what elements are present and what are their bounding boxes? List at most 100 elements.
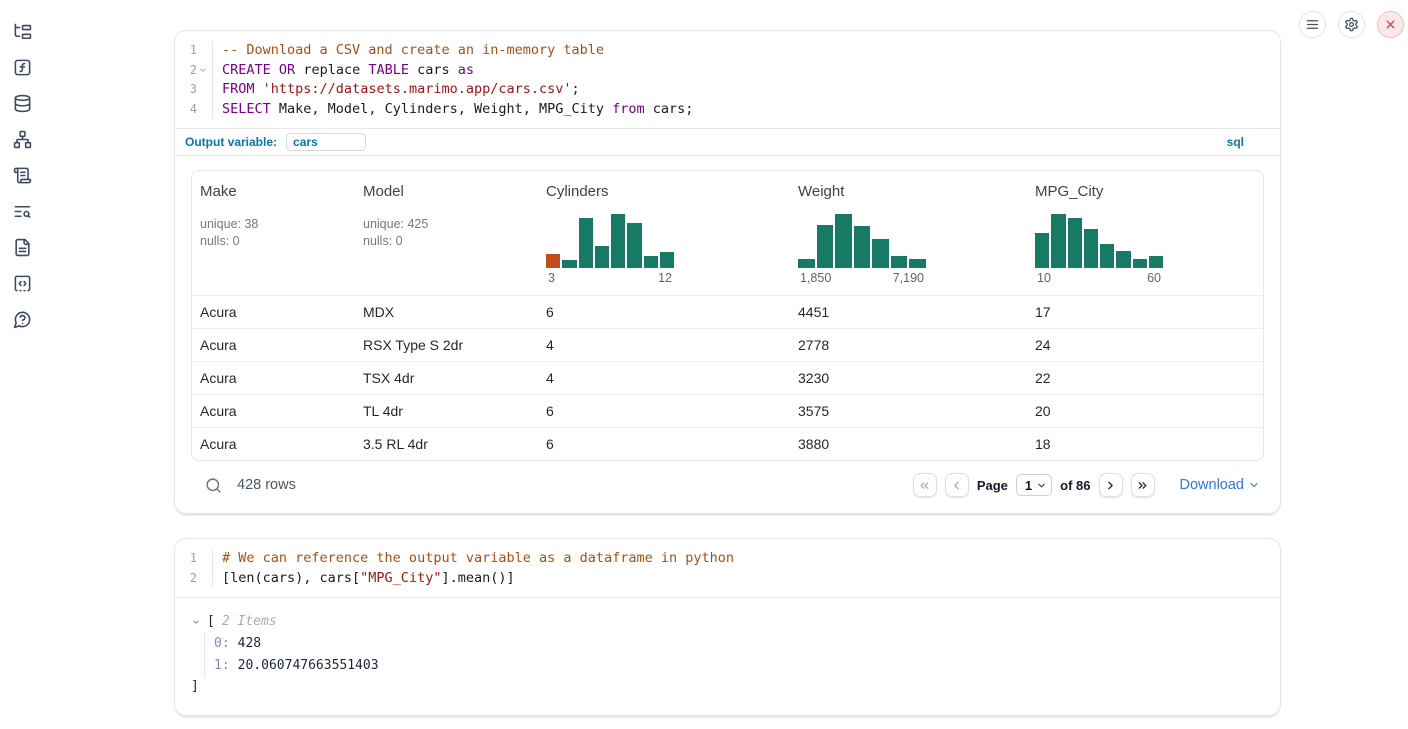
- window-controls: [1299, 11, 1404, 38]
- table-cell: 3.5 RL 4dr: [355, 436, 538, 452]
- code-token: [255, 81, 263, 97]
- python-code-editor[interactable]: 1 # We can reference the output variable …: [175, 539, 1280, 597]
- settings-button[interactable]: [1338, 11, 1365, 38]
- code-token: cars: [409, 62, 458, 78]
- histogram-bar: [627, 223, 641, 268]
- sidebar-snippets-button[interactable]: [12, 274, 32, 293]
- code-token: [271, 62, 279, 78]
- column-histogram: 312: [546, 214, 674, 285]
- sidebar-help-button[interactable]: [12, 310, 32, 329]
- collapse-caret-icon[interactable]: [191, 617, 203, 627]
- sidebar-variables-button[interactable]: [12, 58, 32, 77]
- code-token: CREATE: [222, 62, 271, 78]
- output-variable-input[interactable]: [286, 133, 366, 151]
- histogram-bar: [644, 256, 658, 268]
- fold-caret-icon[interactable]: [198, 65, 209, 76]
- table-row[interactable]: Acura3.5 RL 4dr6388018: [192, 427, 1263, 460]
- table-row[interactable]: AcuraTSX 4dr4323022: [192, 361, 1263, 394]
- table-row[interactable]: AcuraRSX Type S 2dr4277824: [192, 328, 1263, 361]
- code-token: -- Download a CSV and create an in-memor…: [222, 42, 604, 58]
- histogram-bars: [546, 214, 674, 268]
- sidebar-documentation-button[interactable]: [12, 238, 32, 257]
- next-page-button[interactable]: [1099, 473, 1123, 497]
- table-cell: Acura: [192, 370, 355, 386]
- column-header-make[interactable]: Makeunique: 38nulls: 0: [192, 171, 355, 295]
- table-row[interactable]: AcuraMDX6445117: [192, 295, 1263, 328]
- line-number: 4: [185, 100, 197, 120]
- sidebar-dependencies-button[interactable]: [12, 130, 32, 149]
- histogram-bar: [579, 218, 593, 268]
- page-label: Page: [977, 478, 1008, 493]
- table-cell: RSX Type S 2dr: [355, 337, 538, 353]
- search-icon[interactable]: [205, 477, 222, 494]
- line-gutter: 1: [179, 41, 213, 61]
- code-token: # We can reference the output variable a…: [222, 550, 734, 566]
- column-header-cylinders[interactable]: Cylinders312: [538, 171, 790, 295]
- code-token: FROM: [222, 81, 255, 97]
- histogram-bar: [1133, 259, 1147, 268]
- histogram-bar: [546, 254, 560, 268]
- items-count-label: 2 Items: [222, 614, 277, 629]
- code-text: SELECT Make, Model, Cylinders, Weight, M…: [213, 100, 693, 120]
- chevrons-left-icon: [918, 479, 931, 492]
- sidebar-datasources-button[interactable]: [12, 94, 32, 113]
- page-number-select[interactable]: 1: [1016, 474, 1052, 496]
- download-button[interactable]: Download: [1180, 477, 1261, 493]
- sidebar: [0, 0, 44, 329]
- histogram-min-label: 1,850: [800, 271, 831, 285]
- table-cell: 18: [1027, 436, 1263, 452]
- data-table: Makeunique: 38nulls: 0Modelunique: 425nu…: [191, 170, 1264, 461]
- line-number: 2: [185, 569, 197, 589]
- table-cell: Acura: [192, 304, 355, 320]
- column-header-mpg_city[interactable]: MPG_City1060: [1027, 171, 1263, 295]
- code-text: CREATE OR replace TABLE cars as: [213, 61, 474, 81]
- histogram-axis-labels: 312: [546, 271, 674, 285]
- column-header-model[interactable]: Modelunique: 425nulls: 0: [355, 171, 538, 295]
- sidebar-scratchpad-button[interactable]: [12, 166, 32, 185]
- table-cell: 2778: [790, 337, 1027, 353]
- notebook-menu-button[interactable]: [1299, 11, 1326, 38]
- table-cell: 3880: [790, 436, 1027, 452]
- line-number: 1: [185, 41, 197, 61]
- table-cell: Acura: [192, 403, 355, 419]
- table-cell: 4: [538, 370, 790, 386]
- table-cell: 6: [538, 304, 790, 320]
- sidebar-file-explorer-button[interactable]: [12, 22, 32, 41]
- line-gutter: 3: [179, 80, 213, 100]
- code-text: # We can reference the output variable a…: [213, 549, 734, 569]
- chevron-left-icon: [950, 479, 963, 492]
- table-cell: 6: [538, 436, 790, 452]
- histogram-bar: [1068, 218, 1082, 268]
- previous-page-button[interactable]: [945, 473, 969, 497]
- code-line: 3FROM 'https://datasets.marimo.app/cars.…: [179, 80, 1270, 100]
- sql-code-editor[interactable]: 1 -- Download a CSV and create an in-memo…: [175, 31, 1280, 128]
- histogram-min-label: 3: [548, 271, 555, 285]
- chevron-down-icon: [1248, 479, 1260, 491]
- code-line: 2 CREATE OR replace TABLE cars as: [179, 61, 1270, 81]
- code-line: 2[len(cars), cars["MPG_City"].mean()]: [179, 569, 1270, 589]
- table-cell: 6: [538, 403, 790, 419]
- column-stat: unique: 425: [363, 216, 530, 233]
- last-page-button[interactable]: [1131, 473, 1155, 497]
- sidebar-logs-button[interactable]: [12, 202, 32, 221]
- code-token: [len(cars), cars[: [222, 570, 360, 586]
- histogram-bars: [798, 214, 926, 268]
- line-gutter: 2: [179, 569, 213, 589]
- column-histogram: 1,8507,190: [798, 214, 926, 285]
- table-header: Makeunique: 38nulls: 0Modelunique: 425nu…: [192, 171, 1263, 295]
- shutdown-button[interactable]: [1377, 11, 1404, 38]
- row-count-group: 428 rows: [195, 477, 296, 494]
- column-header-weight[interactable]: Weight1,8507,190: [790, 171, 1027, 295]
- histogram-bar: [891, 256, 908, 268]
- chevron-down-icon: [1036, 480, 1047, 491]
- code-token: ;: [572, 81, 580, 97]
- code-text: FROM 'https://datasets.marimo.app/cars.c…: [213, 80, 580, 100]
- histogram-bar: [872, 239, 889, 268]
- line-number: 1: [185, 549, 197, 569]
- output-variable-label: Output variable:: [185, 135, 277, 149]
- line-number: 2: [185, 61, 197, 81]
- snippets-icon: [13, 274, 32, 293]
- first-page-button[interactable]: [913, 473, 937, 497]
- table-row[interactable]: AcuraTL 4dr6357520: [192, 394, 1263, 427]
- line-gutter: 2: [179, 61, 213, 81]
